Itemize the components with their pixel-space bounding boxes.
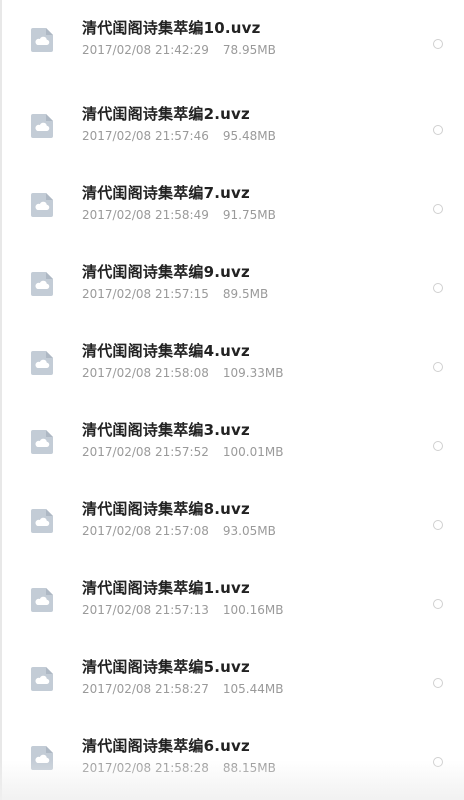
cloud-file-icon — [31, 588, 53, 612]
cloud-file-icon — [31, 114, 53, 138]
file-row-3[interactable]: 清代闺阁诗集萃编7.uvz 2017/02/08 21:58:49 91.75MB — [0, 165, 464, 244]
file-date: 2017/02/08 21:57:13 — [82, 603, 209, 617]
file-size: 89.5MB — [222, 287, 269, 301]
select-radio[interactable] — [433, 757, 443, 767]
file-meta: 2017/02/08 21:57:15 89.5MB — [82, 287, 268, 301]
file-name: 清代闺阁诗集萃编9.uvz — [82, 263, 250, 281]
file-row-4[interactable]: 清代闺阁诗集萃编9.uvz 2017/02/08 21:57:15 89.5MB — [0, 244, 464, 323]
file-name: 清代闺阁诗集萃编3.uvz — [82, 421, 250, 439]
file-date: 2017/02/08 21:57:46 — [82, 129, 209, 143]
file-size: 78.95MB — [222, 43, 276, 57]
file-row-7[interactable]: 清代闺阁诗集萃编8.uvz 2017/02/08 21:57:08 93.05MB — [0, 481, 464, 560]
file-list: 清代闺阁诗集萃编10.uvz 2017/02/08 21:42:29 78.95M… — [0, 0, 464, 797]
file-size: 93.05MB — [222, 524, 276, 538]
file-meta: 2017/02/08 21:42:29 78.95MB — [82, 43, 276, 57]
file-date: 2017/02/08 21:57:15 — [82, 287, 209, 301]
select-radio[interactable] — [433, 520, 443, 530]
select-radio[interactable] — [433, 283, 443, 293]
cloud-file-icon — [31, 272, 53, 296]
file-meta: 2017/02/08 21:57:13 100.16MB — [82, 603, 283, 617]
file-date: 2017/02/08 21:57:52 — [82, 445, 209, 459]
file-row-2[interactable]: 清代闺阁诗集萃编2.uvz 2017/02/08 21:57:46 95.48MB — [0, 86, 464, 165]
cloud-file-icon — [31, 667, 53, 691]
file-row-10[interactable]: 清代闺阁诗集萃编6.uvz 2017/02/08 21:58:28 88.15MB — [0, 718, 464, 797]
cloud-file-icon — [31, 746, 53, 770]
file-meta: 2017/02/08 21:57:08 93.05MB — [82, 524, 276, 538]
file-name: 清代闺阁诗集萃编5.uvz — [82, 658, 250, 676]
file-name: 清代闺阁诗集萃编4.uvz — [82, 342, 250, 360]
file-meta: 2017/02/08 21:58:08 109.33MB — [82, 366, 283, 380]
file-row-5[interactable]: 清代闺阁诗集萃编4.uvz 2017/02/08 21:58:08 109.33M… — [0, 323, 464, 402]
select-radio[interactable] — [433, 441, 443, 451]
file-name: 清代闺阁诗集萃编1.uvz — [82, 579, 250, 597]
cloud-file-icon — [31, 28, 53, 52]
select-radio[interactable] — [433, 362, 443, 372]
file-size: 88.15MB — [222, 761, 276, 775]
file-meta: 2017/02/08 21:57:46 95.48MB — [82, 129, 276, 143]
file-date: 2017/02/08 21:58:49 — [82, 208, 209, 222]
cloud-file-icon — [31, 509, 53, 533]
file-name: 清代闺阁诗集萃编2.uvz — [82, 105, 250, 123]
file-name: 清代闺阁诗集萃编8.uvz — [82, 500, 250, 518]
file-size: 100.16MB — [222, 603, 284, 617]
file-date: 2017/02/08 21:42:29 — [82, 43, 209, 57]
select-radio[interactable] — [433, 599, 443, 609]
cloud-file-icon — [31, 193, 53, 217]
file-meta: 2017/02/08 21:57:52 100.01MB — [82, 445, 283, 459]
file-name: 清代闺阁诗集萃编6.uvz — [82, 737, 250, 755]
file-date: 2017/02/08 21:58:08 — [82, 366, 209, 380]
file-row-9[interactable]: 清代闺阁诗集萃编5.uvz 2017/02/08 21:58:27 105.44M… — [0, 639, 464, 718]
file-date: 2017/02/08 21:58:27 — [82, 682, 209, 696]
file-size: 95.48MB — [222, 129, 276, 143]
file-date: 2017/02/08 21:57:08 — [82, 524, 209, 538]
file-meta: 2017/02/08 21:58:28 88.15MB — [82, 761, 276, 775]
file-size: 105.44MB — [222, 682, 284, 696]
file-row-8[interactable]: 清代闺阁诗集萃编1.uvz 2017/02/08 21:57:13 100.16M… — [0, 560, 464, 639]
file-row-1[interactable]: 清代闺阁诗集萃编10.uvz 2017/02/08 21:42:29 78.95M… — [0, 0, 464, 86]
file-row-6[interactable]: 清代闺阁诗集萃编3.uvz 2017/02/08 21:57:52 100.01M… — [0, 402, 464, 481]
file-name: 清代闺阁诗集萃编7.uvz — [82, 184, 250, 202]
file-size: 100.01MB — [222, 445, 284, 459]
cloud-file-icon — [31, 430, 53, 454]
file-meta: 2017/02/08 21:58:49 91.75MB — [82, 208, 276, 222]
file-date: 2017/02/08 21:58:28 — [82, 761, 209, 775]
file-meta: 2017/02/08 21:58:27 105.44MB — [82, 682, 283, 696]
select-radio[interactable] — [433, 125, 443, 135]
select-radio[interactable] — [433, 204, 443, 214]
file-size: 109.33MB — [222, 366, 284, 380]
select-radio[interactable] — [433, 39, 443, 49]
select-radio[interactable] — [433, 678, 443, 688]
cloud-file-icon — [31, 351, 53, 375]
file-size: 91.75MB — [222, 208, 276, 222]
file-name: 清代闺阁诗集萃编10.uvz — [82, 19, 261, 37]
file-list-screen: 清代闺阁诗集萃编10.uvz 2017/02/08 21:42:29 78.95M… — [0, 0, 464, 800]
